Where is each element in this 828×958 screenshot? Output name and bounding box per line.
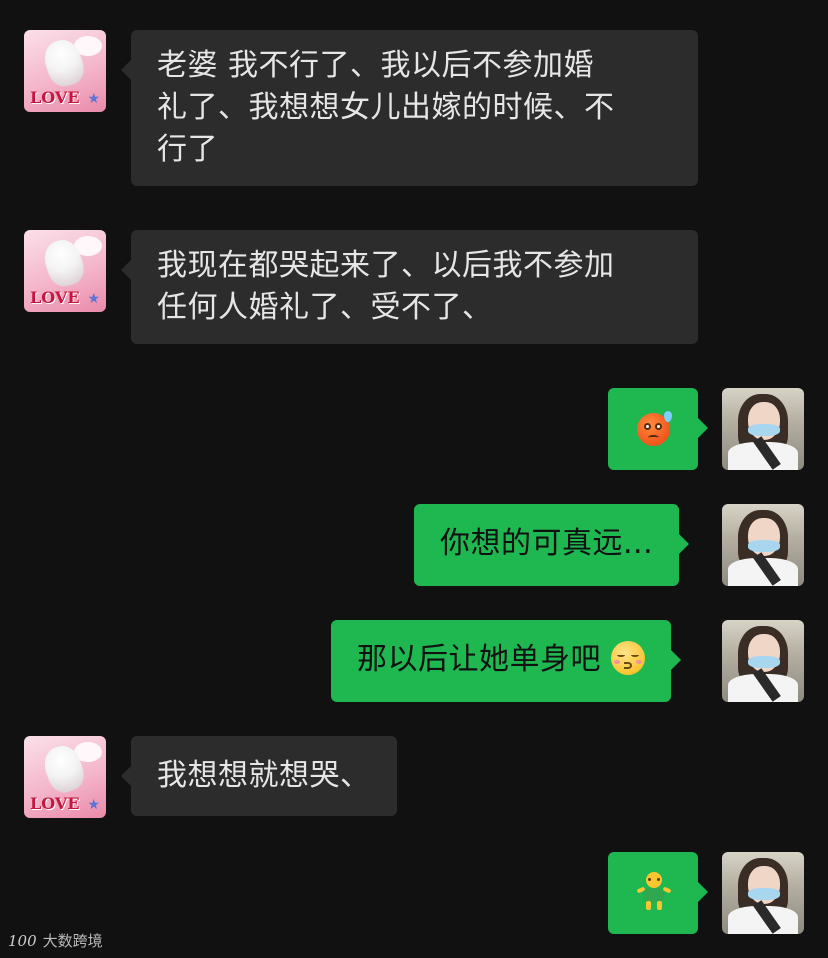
contact-avatar[interactable]: ★ LOVE xyxy=(24,736,106,818)
message-bubble-outgoing[interactable] xyxy=(608,388,708,470)
message-text: 我想想就想哭、 xyxy=(157,758,371,793)
watermark-logo: 100 xyxy=(8,931,37,950)
my-avatar[interactable] xyxy=(722,852,804,934)
face-mask-shape xyxy=(748,424,780,436)
message-line: 我现在都哭起来了、以后我不参加 xyxy=(157,248,615,283)
face-mask-shape xyxy=(748,888,780,900)
message-bubble-incoming[interactable]: 我现在都哭起来了、以后我不参加 任何人婚礼了、受不了、 xyxy=(121,230,698,344)
star-icon: ★ xyxy=(87,91,100,107)
avatar-love-text: LOVE xyxy=(30,88,80,107)
watermark: 100 大数跨境 xyxy=(8,930,103,951)
message-bubble-incoming[interactable]: 我想想就想哭、 xyxy=(121,736,397,816)
message-text: 你想的可真远... xyxy=(440,526,654,561)
face-mask-shape xyxy=(748,540,780,552)
avatar-love-text: LOVE xyxy=(30,288,80,307)
my-avatar[interactable] xyxy=(722,504,804,586)
message-line: 礼了、我想想女儿出嫁的时候、不 xyxy=(157,90,615,125)
contact-avatar[interactable]: ★ LOVE xyxy=(24,230,106,312)
my-avatar[interactable] xyxy=(722,388,804,470)
message-bubble-outgoing[interactable]: 你想的可真远... xyxy=(414,504,690,586)
message-line: 老婆 我不行了、我以后不参加婚 xyxy=(157,48,595,83)
message-bubble-outgoing[interactable] xyxy=(608,852,708,934)
message-bubble-incoming[interactable]: 老婆 我不行了、我以后不参加婚 礼了、我想想女儿出嫁的时候、不 行了 xyxy=(121,30,698,186)
face-mask-shape xyxy=(748,656,780,668)
avatar-love-text: LOVE xyxy=(30,794,80,813)
message-line: 行了 xyxy=(157,132,218,167)
star-icon: ★ xyxy=(87,291,100,307)
message-text: 那以后让她单身吧 xyxy=(357,642,601,677)
message-line: 任何人婚礼了、受不了、 xyxy=(157,290,493,325)
star-icon: ★ xyxy=(87,797,100,813)
message-bubble-outgoing[interactable]: 那以后让她单身吧 xyxy=(331,620,682,702)
dancing-figure-emoji xyxy=(636,872,672,912)
sweat-frowning-face-emoji xyxy=(637,411,672,446)
contact-avatar[interactable]: ★ LOVE xyxy=(24,30,106,112)
my-avatar[interactable] xyxy=(722,620,804,702)
watermark-text: 大数跨境 xyxy=(42,932,103,950)
kissing-closed-eyes-emoji xyxy=(611,641,646,675)
